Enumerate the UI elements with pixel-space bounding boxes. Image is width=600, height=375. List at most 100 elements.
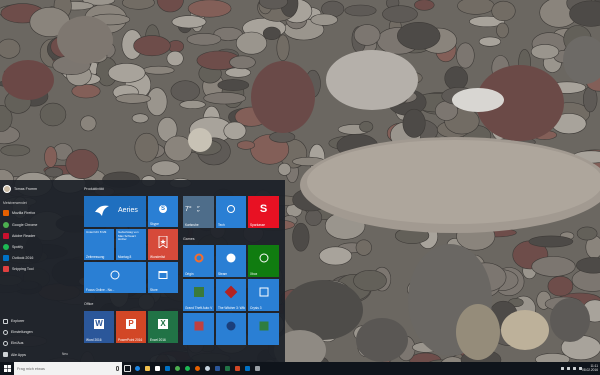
tile-store[interactable]: Store [148, 262, 178, 293]
snipping-tool-icon [3, 266, 9, 272]
tile-steam[interactable]: Steam [216, 245, 246, 277]
taskbar-edge[interactable] [132, 362, 142, 375]
pebble [402, 108, 426, 138]
store-icon [154, 366, 160, 371]
taskbar-app[interactable] [252, 362, 262, 375]
tile-witcher[interactable]: The Witcher 3: Wild Hunt [216, 279, 246, 311]
pebble [344, 4, 377, 17]
taskbar-excel[interactable] [222, 362, 232, 375]
tile-label: Store [150, 287, 158, 292]
app-label: Outlook 2016 [12, 256, 34, 260]
place-settings[interactable]: Einstellungen [3, 327, 33, 337]
tile-skype[interactable]: S Skype [148, 196, 178, 227]
tile-tech[interactable]: Tech [216, 196, 246, 228]
place-power[interactable]: Ein/Aus [3, 338, 23, 348]
pebble [133, 35, 171, 57]
tile-label: Focus Online - Na... [86, 287, 115, 292]
tile-label: Origin [185, 271, 194, 276]
place-label: Explorer [11, 319, 25, 323]
app-item-chrome[interactable]: Google Chrome [3, 220, 37, 230]
tile-label: Sparkasse [250, 222, 266, 227]
power-icon [3, 340, 8, 346]
witcher-icon [224, 286, 238, 299]
aeries-eagle-icon [95, 205, 109, 216]
taskbar-explorer[interactable] [142, 362, 152, 375]
spotify-icon [3, 244, 9, 250]
place-explorer[interactable]: Explorer [3, 316, 24, 326]
app-item-snipping-tool[interactable]: Snipping Tool [3, 264, 34, 274]
outlook-icon [3, 255, 9, 261]
tile-game-5[interactable] [216, 313, 246, 345]
user-account[interactable]: Tomas Fromm [3, 184, 37, 194]
pebble [235, 31, 268, 55]
microphone-icon[interactable] [116, 366, 119, 371]
pebble [276, 34, 290, 61]
tile-game-4[interactable] [183, 313, 214, 345]
app-item-adobe-reader[interactable]: Adobe Reader [3, 231, 35, 241]
pebble [134, 132, 159, 163]
skype-icon: S [159, 205, 167, 214]
app-item-outlook[interactable]: Outlook 2016 [3, 253, 33, 263]
tile-sparkasse[interactable]: S Sparkasse [248, 196, 279, 228]
taskbar-powerpoint[interactable] [232, 362, 242, 375]
pebble [179, 100, 206, 109]
pebble [269, 131, 296, 143]
taskbar-word[interactable] [212, 362, 222, 375]
network-icon[interactable] [567, 367, 570, 370]
weather-lo: 5° [197, 208, 200, 213]
taskbar-outlook[interactable] [242, 362, 252, 375]
taskbar-store[interactable] [152, 362, 162, 375]
folder-icon [144, 366, 150, 371]
taskbar-spotify[interactable] [182, 362, 192, 375]
start-menu: Tomas Fromm Meistverwendet Mozilla Firef… [0, 180, 285, 362]
tile-aeries[interactable]: Aeries [84, 196, 146, 227]
mail-icon [164, 366, 170, 371]
pebble [262, 26, 281, 41]
app-item-firefox[interactable]: Mozilla Firefox [3, 208, 35, 218]
search-box[interactable]: Frag mich etwas [14, 362, 122, 375]
all-apps-button[interactable]: Alle Apps [3, 352, 26, 357]
taskbar-chrome[interactable] [172, 362, 182, 375]
tile-gta[interactable]: Grand Theft Auto V [183, 279, 214, 311]
pebble [457, 0, 495, 15]
pebble [186, 33, 222, 46]
start-left-column: Tomas Fromm Meistverwendet Mozilla Firef… [0, 180, 80, 362]
tile-excel[interactable]: X Excel 2016 [148, 311, 178, 343]
store-icon [158, 271, 168, 280]
tile-weather[interactable]: 7° 9° 5° Karlsruhe [183, 196, 214, 228]
pebble [107, 63, 146, 83]
taskbar-steam[interactable] [202, 362, 212, 375]
tile-crysis[interactable]: Crysis 3 [248, 279, 279, 311]
tile-calendar-event[interactable]: Unterricht 8 Mit Zeitmessung [84, 229, 114, 260]
tile-label: Grand Theft Auto V [185, 305, 213, 310]
tile-origin[interactable]: Origin [183, 245, 214, 277]
excel-icon: X [158, 319, 168, 330]
outlook-icon [244, 366, 250, 371]
tile-xbox[interactable]: Xbox [248, 245, 279, 277]
aeries-title: Aeries [118, 207, 138, 214]
pebble [414, 0, 435, 11]
tile-powerpoint[interactable]: P PowerPoint 2016 [116, 311, 146, 343]
search-placeholder: Frag mich etwas [17, 366, 45, 371]
word-icon: W [94, 319, 104, 330]
taskbar-mail[interactable] [162, 362, 172, 375]
weather-temp: 7° [185, 206, 192, 213]
tile-game-6[interactable] [248, 313, 279, 345]
tile-label: Karlsruhe [185, 222, 199, 227]
tile-wunderlist[interactable]: Wunderlist [148, 229, 178, 260]
game-icon [194, 321, 203, 331]
start-button[interactable] [0, 362, 14, 375]
clock[interactable]: 11:11 08.02.2016 [582, 364, 598, 372]
taskbar-firefox[interactable] [192, 362, 202, 375]
tile-cortana[interactable]: Focus Online - Na... [84, 262, 146, 293]
task-view-button[interactable] [122, 362, 132, 375]
app-item-spotify[interactable]: Spotify [3, 242, 23, 252]
tile-calendar[interactable]: Geburtstag von Max Schwarz Hölzer Montag… [116, 229, 146, 260]
pebble [131, 113, 149, 124]
chevron-up-icon[interactable] [561, 367, 564, 370]
cortana-icon [110, 270, 120, 280]
volume-icon[interactable] [573, 367, 576, 370]
pebble [528, 235, 574, 248]
pebble [203, 92, 246, 105]
tile-word[interactable]: W Word 2016 [84, 311, 114, 343]
